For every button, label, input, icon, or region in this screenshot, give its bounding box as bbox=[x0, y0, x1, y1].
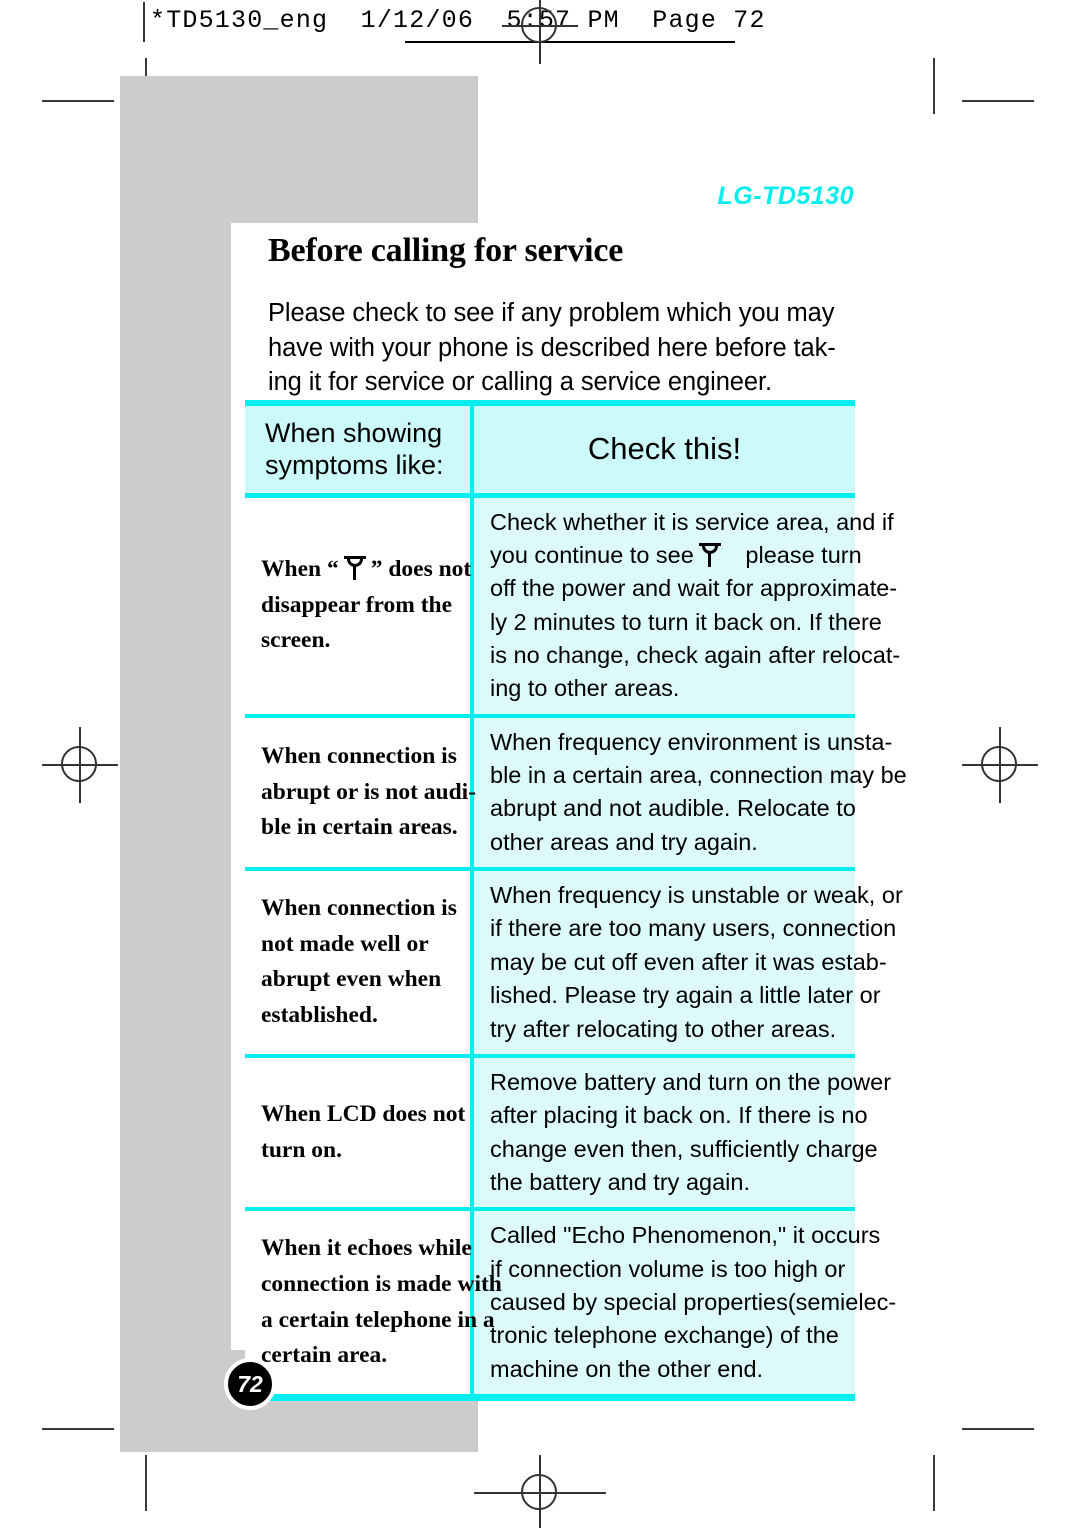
check-line: lished. Please try again a little later … bbox=[490, 982, 881, 1009]
troubleshooting-table-wrapper: When showing symptoms like: Check this! … bbox=[245, 400, 907, 1402]
symptom-cell: When it echoes while connection is made … bbox=[245, 1209, 502, 1402]
symptom-line: When LCD does not bbox=[261, 1100, 466, 1127]
symptom-line: connection is made with bbox=[261, 1271, 502, 1297]
registration-mark-top bbox=[502, 0, 578, 64]
check-line: machine on the other end. bbox=[490, 1355, 764, 1382]
symptom-cell: When “ ” does not disappear from the scre… bbox=[245, 495, 474, 718]
symptom-line: When connection is bbox=[261, 895, 457, 922]
intro-line: ing it for service or calling a service … bbox=[268, 368, 772, 397]
page-title: Before calling for service bbox=[268, 232, 624, 269]
registration-mark-bottom bbox=[474, 1455, 606, 1528]
table-row: When connection is not made well or abru… bbox=[245, 869, 903, 1058]
check-text: you continue to see bbox=[490, 541, 694, 568]
table-row: When connection is abrupt or is not audi… bbox=[245, 715, 907, 872]
crop-mark-bottom-right-vertical bbox=[933, 1455, 935, 1511]
symptom-line: not made well or bbox=[261, 930, 429, 957]
content-column: Before calling for service Please check … bbox=[268, 232, 856, 400]
symptom-line: established. bbox=[261, 1002, 378, 1029]
check-text: please turn bbox=[745, 541, 862, 568]
check-line: When frequency environment is unsta- bbox=[490, 728, 893, 755]
antenna-signal-icon bbox=[698, 541, 721, 567]
intro-paragraph: Please check to see if any problem which… bbox=[268, 296, 856, 400]
check-line: ing to other areas. bbox=[490, 675, 680, 702]
check-cell: When frequency environment is unsta- ble… bbox=[472, 715, 907, 872]
symptom-line: ble in certain areas. bbox=[261, 814, 458, 841]
symptom-line: a certain telephone in a bbox=[261, 1306, 495, 1333]
symptom-line: certain area. bbox=[261, 1342, 388, 1369]
check-line: Called "Echo Phenomenon," it occurs bbox=[490, 1222, 881, 1249]
intro-line: Please check to see if any problem which… bbox=[268, 299, 835, 327]
check-line: abrupt and not audible. Relocate to bbox=[490, 795, 856, 822]
check-cell: Remove battery and turn on the power aft… bbox=[472, 1055, 892, 1212]
intro-line: have with your phone is described here b… bbox=[268, 333, 836, 362]
symptom-line: turn on. bbox=[261, 1136, 342, 1163]
check-line: if there are too many users, connection bbox=[490, 915, 897, 942]
registration-mark-right bbox=[962, 727, 1038, 803]
table-row: When LCD does not turn on. Remove batter… bbox=[245, 1055, 892, 1212]
print-header-text: *TD5130_eng 1/12/06 5:57 PM Page 72 bbox=[150, 6, 766, 35]
check-line: if connection volume is too high or bbox=[490, 1255, 846, 1282]
check-line: is no change, check again after relocat- bbox=[490, 641, 901, 668]
check-line: tronic telephone exchange) of the bbox=[490, 1322, 839, 1349]
gray-panel-spine bbox=[120, 223, 231, 1452]
registration-ring bbox=[981, 746, 1017, 782]
check-line: Check whether it is service area, and if bbox=[490, 508, 894, 535]
crop-mark-top-right-horizontal bbox=[962, 100, 1034, 102]
table-row: When it echoes while connection is made … bbox=[245, 1209, 897, 1402]
check-line: ly 2 minutes to turn it back on. If ther… bbox=[490, 608, 882, 635]
table-header-row: When showing symptoms like: Check this! bbox=[245, 400, 855, 498]
gray-panel-top bbox=[120, 76, 478, 223]
symptom-text: When “ bbox=[261, 556, 339, 582]
symptom-cell: When connection is abrupt or is not audi… bbox=[245, 715, 477, 872]
symptom-line: When it echoes while bbox=[261, 1235, 472, 1262]
crop-mark-bottom-left-vertical bbox=[145, 1455, 147, 1511]
symptom-cell: When connection is not made well or abru… bbox=[245, 869, 474, 1058]
symptom-line: abrupt even when bbox=[261, 966, 442, 993]
header-left-rule bbox=[143, 2, 145, 42]
symptom-cell: When LCD does not turn on. bbox=[245, 1055, 474, 1212]
page-number-badge: 72 bbox=[224, 1358, 276, 1410]
crop-mark-bottom-right-horizontal bbox=[962, 1428, 1034, 1430]
symptom-line: When “ ” does not bbox=[261, 552, 471, 588]
column-header-check: Check this! bbox=[472, 400, 855, 498]
check-cell: When frequency is unstable or weak, or i… bbox=[472, 869, 903, 1058]
symptom-line: abrupt or is not audi- bbox=[261, 778, 477, 805]
column-header-symptoms-line1: When showing bbox=[265, 417, 443, 448]
check-line: after placing it back on. If there is no bbox=[490, 1102, 868, 1129]
column-header-symptoms-line2: symptoms like: bbox=[265, 450, 444, 481]
check-line: other areas and try again. bbox=[490, 828, 758, 855]
antenna-signal-icon bbox=[343, 554, 366, 580]
column-header-symptoms: When showing symptoms like: bbox=[245, 400, 474, 498]
symptom-line: When connection is bbox=[261, 742, 457, 769]
table-row: When “ ” does not disappear from the scre… bbox=[245, 495, 901, 718]
check-cell: Check whether it is service area, and if… bbox=[472, 495, 901, 718]
check-line: the battery and try again. bbox=[490, 1168, 750, 1195]
check-line: you continue to see please turn bbox=[490, 539, 862, 572]
check-line: Remove battery and turn on the power bbox=[490, 1068, 892, 1095]
crop-mark-top-right-vertical bbox=[933, 58, 935, 114]
symptom-line: disappear from the bbox=[261, 591, 453, 618]
check-line: off the power and wait for approximate- bbox=[490, 575, 898, 602]
document-page: *TD5130_eng 1/12/06 5:57 PM Page 72 LG-T… bbox=[0, 0, 1080, 1528]
check-line: ble in a certain area, connection may be bbox=[490, 762, 907, 789]
symptom-text: ” does not bbox=[370, 556, 472, 582]
model-brand-label: LG-TD5130 bbox=[717, 182, 854, 210]
check-line: may be cut off even after it was estab- bbox=[490, 948, 887, 975]
crop-mark-bottom-left-horizontal bbox=[42, 1428, 114, 1430]
troubleshooting-table: When showing symptoms like: Check this! … bbox=[245, 400, 907, 1402]
check-cell: Called "Echo Phenomenon," it occurs if c… bbox=[472, 1209, 897, 1402]
check-line: change even then, sufficiently charge bbox=[490, 1135, 878, 1162]
check-line: When frequency is unstable or weak, or bbox=[490, 882, 903, 909]
registration-ring bbox=[521, 7, 557, 43]
crop-mark-top-left-horizontal bbox=[42, 100, 114, 102]
registration-ring bbox=[521, 1474, 557, 1510]
symptom-line: screen. bbox=[261, 627, 331, 654]
registration-mark-left bbox=[42, 727, 118, 803]
check-line: caused by special properties(semielec- bbox=[490, 1289, 897, 1316]
registration-ring bbox=[61, 746, 97, 782]
check-line: try after relocating to other areas. bbox=[490, 1015, 837, 1042]
